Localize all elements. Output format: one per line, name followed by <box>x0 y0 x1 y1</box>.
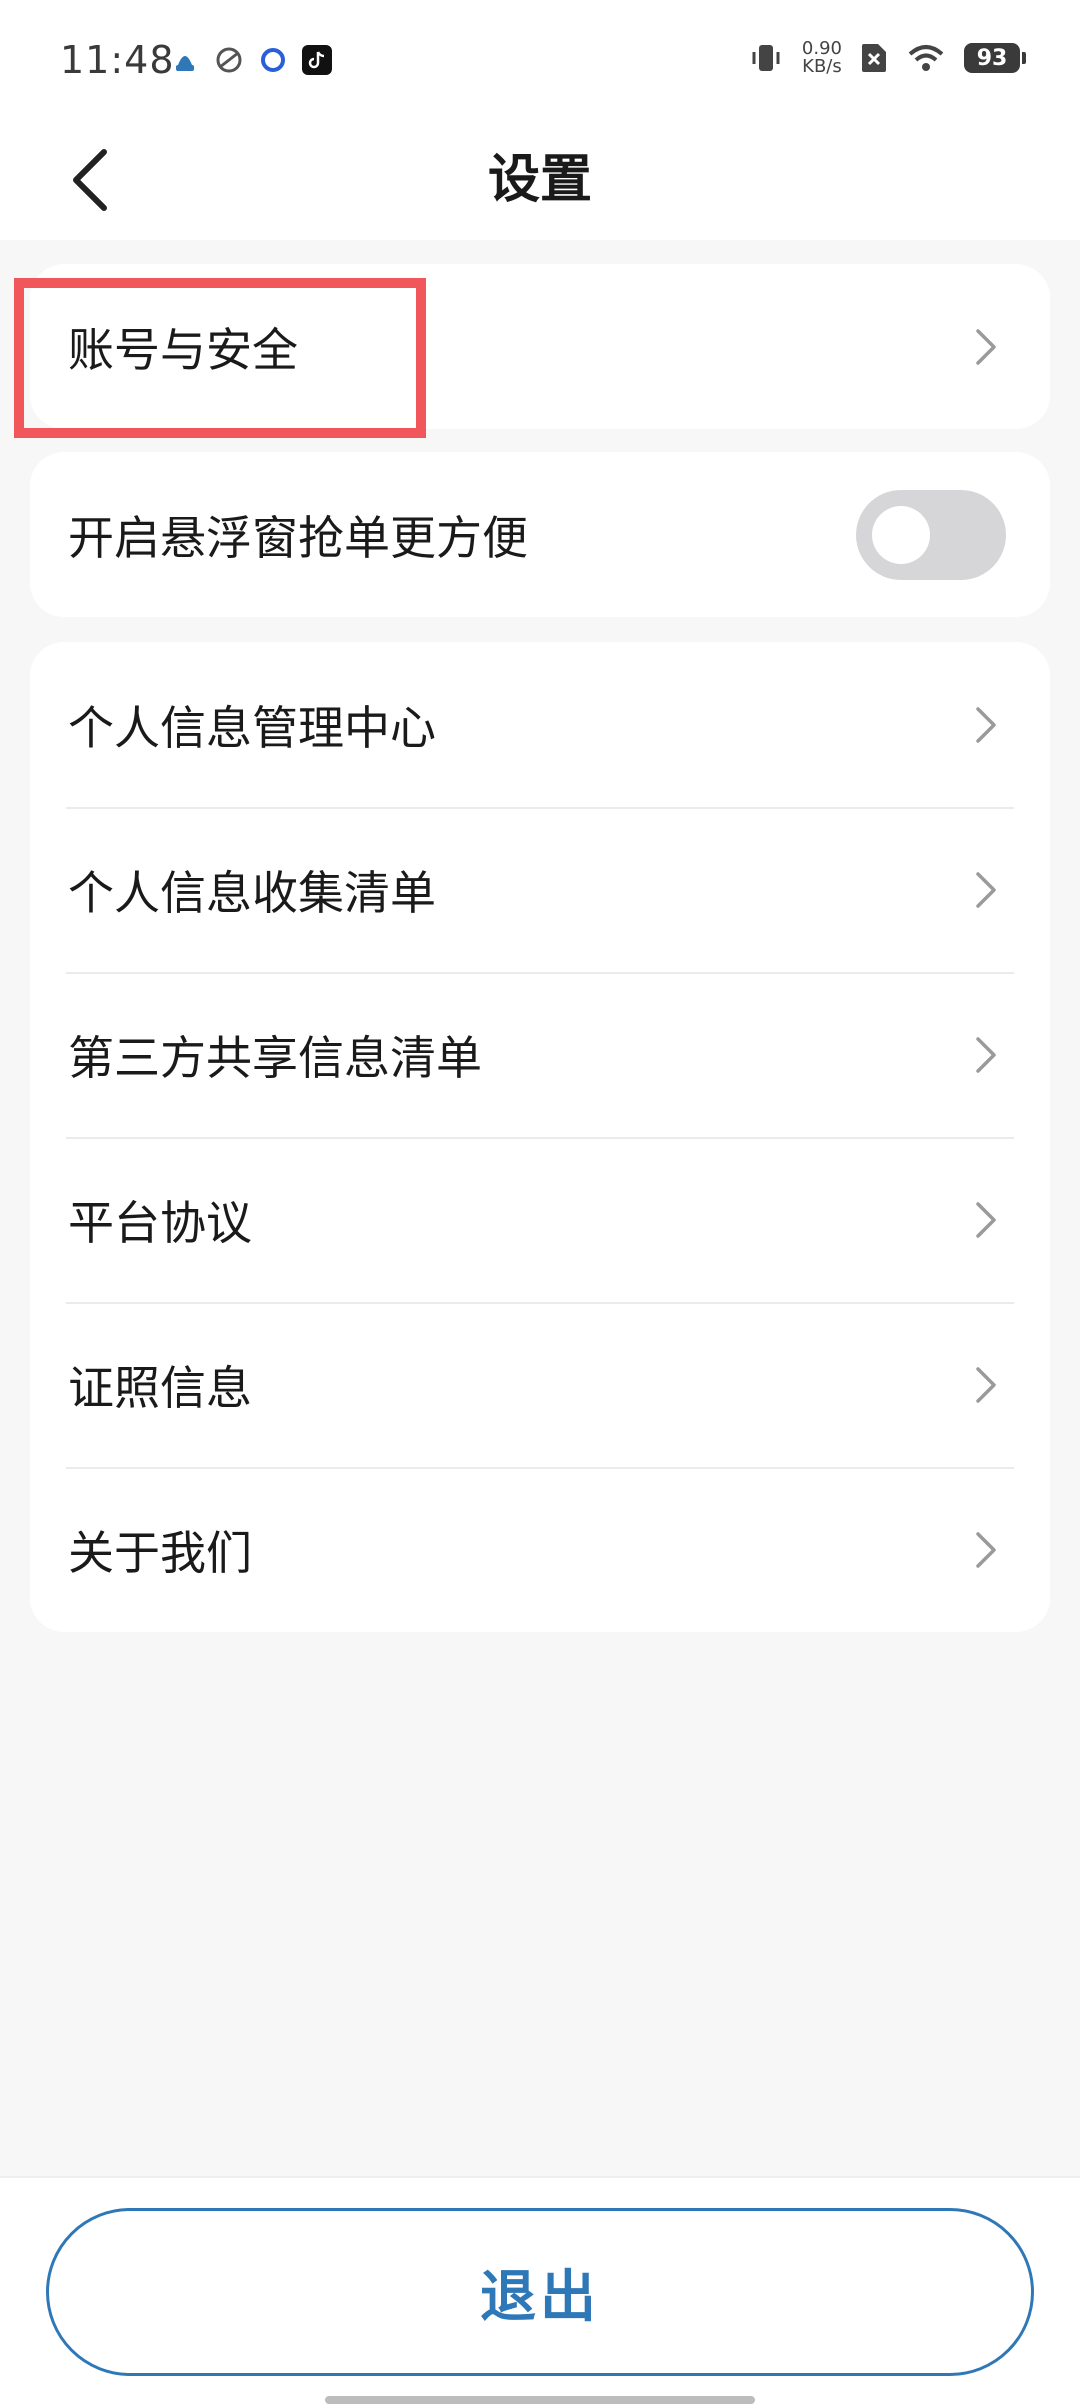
chevron-right-icon <box>966 870 1006 910</box>
row-label: 关于我们 <box>68 1525 252 1580</box>
account-card: 账号与安全 <box>30 264 1050 429</box>
battery-indicator: 93 <box>964 43 1026 73</box>
vibrate-icon <box>752 45 780 71</box>
no-sim-icon <box>862 44 886 72</box>
wifi-icon <box>908 45 944 71</box>
float-window-toggle[interactable] <box>856 489 1006 580</box>
personal-info-center-row[interactable]: 个人信息管理中心 <box>30 642 1050 807</box>
bottom-bar: 退出 <box>0 2176 1080 2408</box>
status-app-icons <box>170 45 332 75</box>
home-indicator[interactable] <box>325 2396 755 2404</box>
account-security-row[interactable]: 账号与安全 <box>30 264 1050 429</box>
personal-info-collection-row[interactable]: 个人信息收集清单 <box>30 807 1050 972</box>
chevron-right-icon <box>966 1530 1006 1570</box>
chevron-right-icon <box>966 1200 1006 1240</box>
row-label: 个人信息管理中心 <box>68 700 436 755</box>
third-party-sharing-row[interactable]: 第三方共享信息清单 <box>30 972 1050 1137</box>
row-label: 证照信息 <box>68 1360 252 1415</box>
info-card: 个人信息管理中心 个人信息收集清单 第三方共享信息清单 平台协议 证照信息 关于… <box>30 642 1050 1632</box>
row-label: 开启悬浮窗抢单更方便 <box>68 510 528 565</box>
float-window-card: 开启悬浮窗抢单更方便 <box>30 452 1050 617</box>
toggle-knob <box>872 505 930 564</box>
tiktok-icon <box>302 45 332 75</box>
app-notification-icon <box>170 45 200 75</box>
chevron-right-icon <box>966 327 1006 367</box>
chevron-right-icon <box>966 705 1006 745</box>
license-info-row[interactable]: 证照信息 <box>30 1302 1050 1467</box>
status-bar: 11:48 0.90 KB/s 93 <box>0 0 1080 120</box>
platform-agreement-row[interactable]: 平台协议 <box>30 1137 1050 1302</box>
net-speed: 0.90 KB/s <box>802 40 842 76</box>
row-label: 个人信息收集清单 <box>68 865 436 920</box>
float-window-row: 开启悬浮窗抢单更方便 <box>30 452 1050 617</box>
app-circle-icon <box>258 45 288 75</box>
about-us-row[interactable]: 关于我们 <box>30 1467 1050 1632</box>
header: 设置 <box>0 120 1080 240</box>
row-label: 账号与安全 <box>68 322 298 377</box>
chevron-right-icon <box>966 1365 1006 1405</box>
status-right: 0.90 KB/s 93 <box>748 40 1026 76</box>
row-label: 平台协议 <box>68 1195 252 1250</box>
net-speed-unit: KB/s <box>802 56 842 77</box>
chevron-right-icon <box>966 1035 1006 1075</box>
app-sync-icon <box>214 45 244 75</box>
row-label: 第三方共享信息清单 <box>68 1030 482 1085</box>
status-time: 11:48 <box>60 38 175 82</box>
page-title: 设置 <box>487 150 592 210</box>
logout-button[interactable]: 退出 <box>46 2208 1034 2376</box>
